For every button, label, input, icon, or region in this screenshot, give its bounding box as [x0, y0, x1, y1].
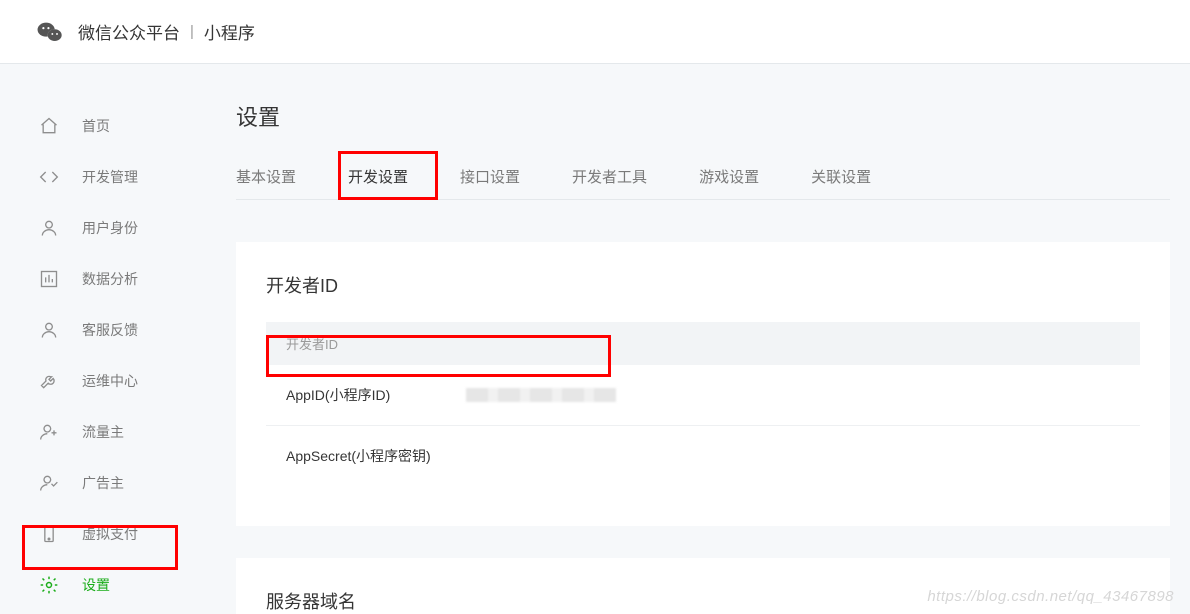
tabs: 基本设置 开发设置 接口设置 开发者工具 游戏设置 关联设置 — [236, 154, 1170, 200]
appid-row: AppID(小程序ID) — [266, 365, 1140, 426]
sidebar-item-ops-center[interactable]: 运维中心 — [0, 355, 200, 406]
sidebar-item-label: 流量主 — [82, 422, 124, 442]
page-title: 设置 — [236, 100, 1170, 132]
code-icon — [38, 167, 60, 187]
user-check-icon — [38, 473, 60, 493]
sidebar-item-label: 运维中心 — [82, 371, 138, 391]
user-plus-icon — [38, 422, 60, 442]
tab-dev-tools[interactable]: 开发者工具 — [572, 154, 647, 199]
sidebar-item-label: 数据分析 — [82, 269, 138, 289]
wrench-icon — [38, 371, 60, 391]
table-head: 开发者ID — [266, 322, 1140, 365]
sidebar-item-advertiser[interactable]: 广告主 — [0, 457, 200, 508]
panel-title-server: 服务器域名 — [266, 588, 1140, 614]
sidebar-item-user-identity[interactable]: 用户身份 — [0, 202, 200, 253]
tab-dev-settings[interactable]: 开发设置 — [348, 154, 408, 199]
sidebar-item-label: 客服反馈 — [82, 320, 138, 340]
header-subtitle: 小程序 — [204, 19, 255, 44]
home-icon — [38, 116, 60, 136]
sidebar-item-analytics[interactable]: 数据分析 — [0, 253, 200, 304]
mobile-icon — [38, 524, 60, 544]
sidebar-item-home[interactable]: 首页 — [0, 100, 200, 151]
tab-related-settings[interactable]: 关联设置 — [811, 154, 871, 199]
sidebar-item-label: 广告主 — [82, 473, 124, 493]
tab-interface-settings[interactable]: 接口设置 — [460, 154, 520, 199]
header-separator: | — [190, 23, 194, 40]
gear-icon — [38, 575, 60, 595]
tab-game-settings[interactable]: 游戏设置 — [699, 154, 759, 199]
tab-basic-settings[interactable]: 基本设置 — [236, 154, 296, 199]
sidebar-item-label: 虚拟支付 — [82, 524, 138, 544]
server-domain-panel: 服务器域名 — [236, 558, 1170, 614]
sidebar-item-label: 首页 — [82, 116, 110, 136]
bar-chart-icon — [38, 269, 60, 289]
sidebar-item-dev-management[interactable]: 开发管理 — [0, 151, 200, 202]
sidebar-item-settings[interactable]: 设置 — [0, 559, 200, 610]
sidebar-item-label: 设置 — [82, 575, 110, 595]
user-icon — [38, 218, 60, 238]
top-header: 微信公众平台 | 小程序 — [0, 0, 1190, 64]
appid-label: AppID(小程序ID) — [286, 385, 466, 405]
appsecret-row: AppSecret(小程序密钥) — [266, 426, 1140, 486]
developer-id-panel: 开发者ID 开发者ID AppID(小程序ID) AppSecret(小程序密钥… — [236, 242, 1170, 526]
sidebar: 首页 开发管理 用户身份 数据分析 客服反馈 — [0, 64, 200, 614]
appsecret-label: AppSecret(小程序密钥) — [286, 446, 466, 466]
header-title: 微信公众平台 — [78, 19, 180, 44]
sidebar-item-label: 开发管理 — [82, 167, 138, 187]
sidebar-item-label: 用户身份 — [82, 218, 138, 238]
wechat-logo-icon — [36, 18, 64, 46]
sidebar-item-virtual-pay[interactable]: 虚拟支付 — [0, 508, 200, 559]
main-content: 设置 基本设置 开发设置 接口设置 开发者工具 游戏设置 关联设置 开发者ID … — [200, 64, 1190, 614]
panel-title: 开发者ID — [266, 272, 1140, 298]
appid-value-redacted — [466, 388, 616, 402]
headset-icon — [38, 320, 60, 340]
sidebar-item-traffic-owner[interactable]: 流量主 — [0, 406, 200, 457]
sidebar-item-feedback[interactable]: 客服反馈 — [0, 304, 200, 355]
